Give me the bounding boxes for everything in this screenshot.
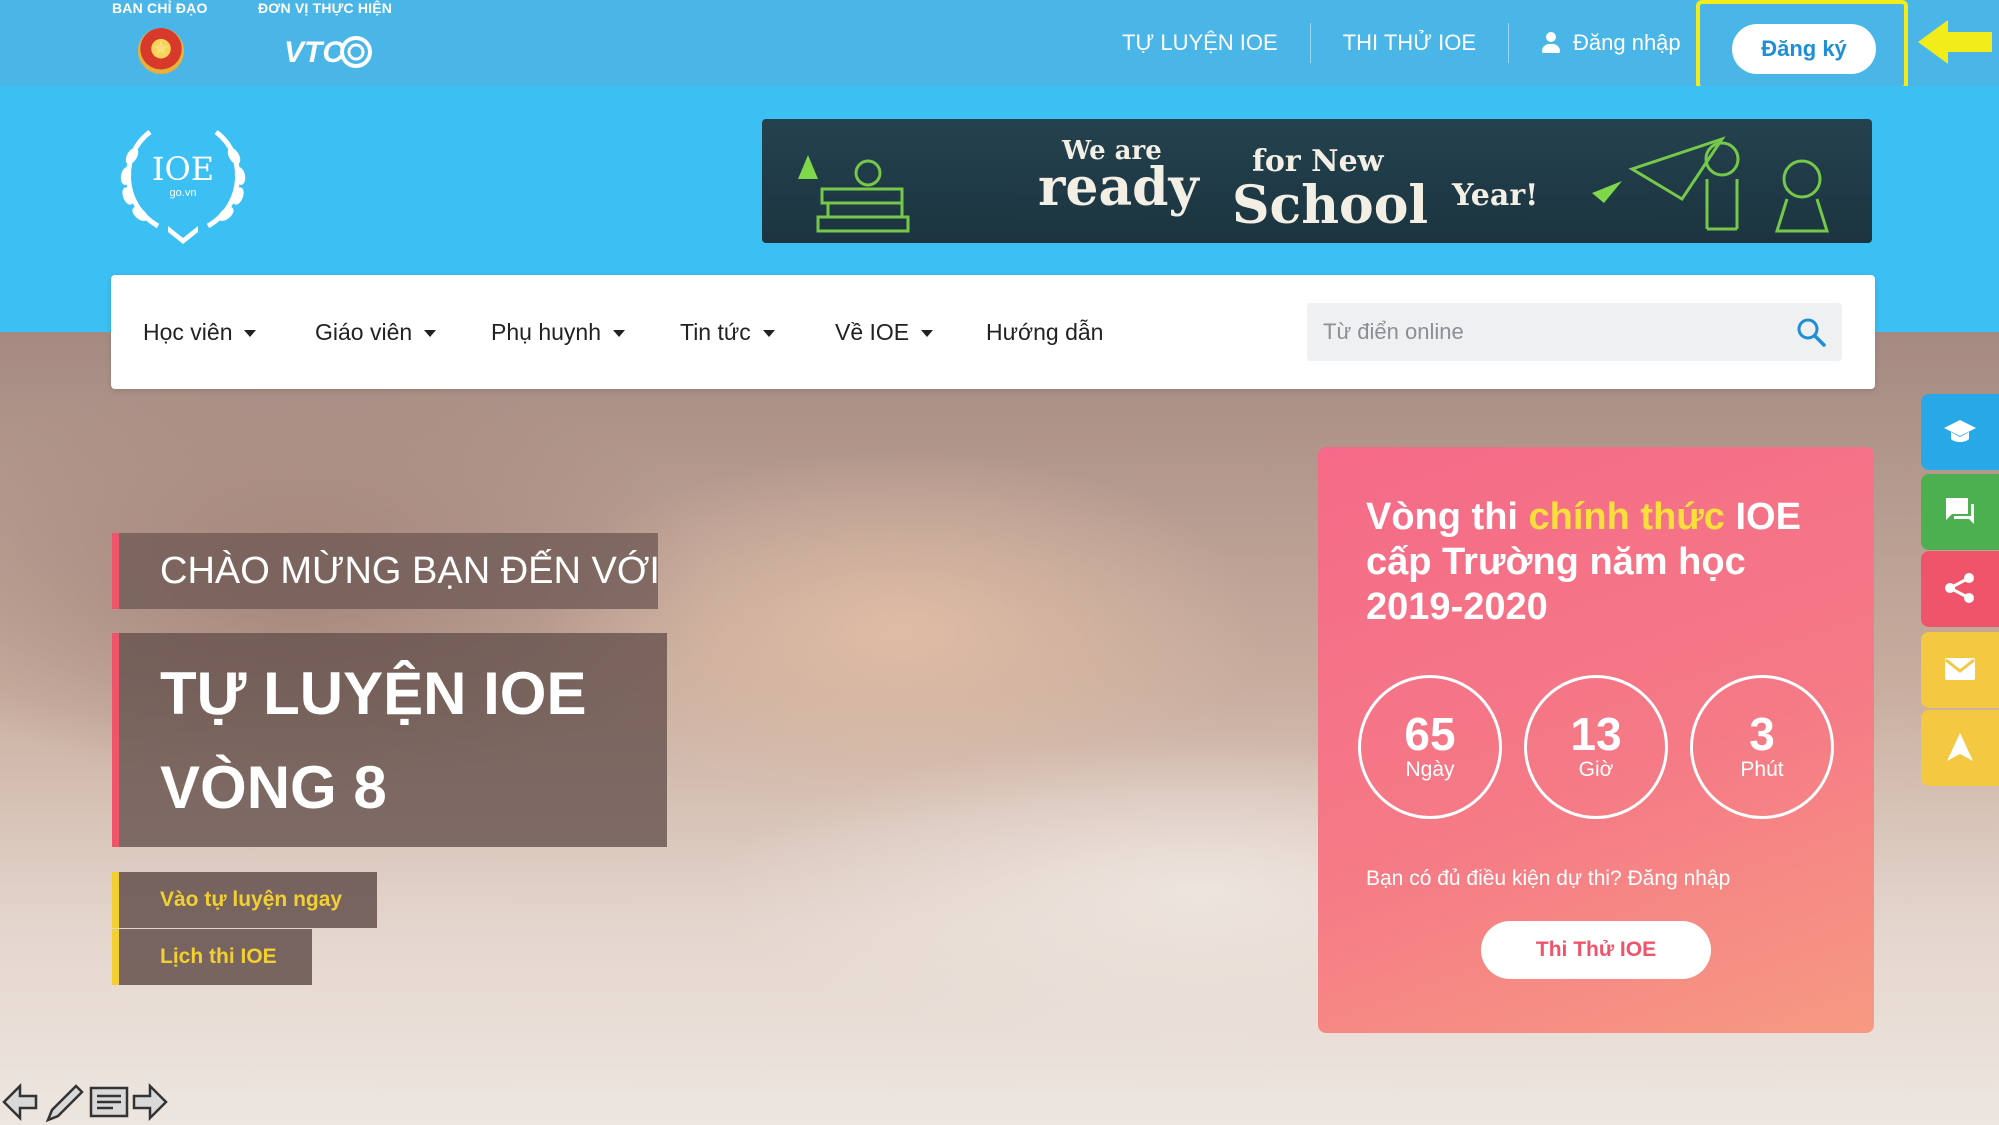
top-link-practice[interactable]: TỰ LUYỆN IOE [1090, 23, 1310, 63]
countdown-title: Vòng thi chính thức IOE cấp Trường năm h… [1366, 495, 1846, 630]
graduation-cap-icon [1944, 420, 1976, 442]
countdown-minutes-value: 3 [1749, 708, 1775, 760]
side-button-courses[interactable] [1921, 394, 1999, 470]
hero-title-line2: VÒNG 8 [160, 754, 387, 821]
countdown-minutes: 3 Phút [1690, 675, 1834, 819]
countdown-hours-unit: Giờ [1578, 758, 1614, 781]
countdown-days-value: 65 [1404, 708, 1456, 760]
mock-exam-button[interactable]: Thi Thử IOE [1481, 921, 1711, 979]
nav-item-label: Học viên [143, 319, 233, 345]
sponsor-label: BAN CHỈ ĐẠO [112, 0, 208, 16]
banner-school: School [1232, 175, 1428, 236]
top-links: TỰ LUYỆN IOE THI THỬ IOE Đăng nhập [1090, 0, 1713, 86]
banner-for-new: for New [1252, 144, 1385, 179]
share-icon [1945, 573, 1974, 603]
welcome-heading: CHÀO MỪNG BẠN ĐẾN VỚI [112, 533, 660, 609]
nav-item-news[interactable]: Tin tức [680, 275, 775, 389]
hero-title-line1: TỰ LUYỆN IOE [160, 660, 587, 727]
banner-year: Year! [1451, 178, 1538, 213]
login-label: Đăng nhập [1573, 30, 1681, 55]
next-arrow-icon[interactable] [130, 1080, 170, 1124]
dictionary-search [1307, 303, 1842, 361]
nav-item-label: Về IOE [835, 319, 910, 345]
top-bar: BAN CHỈ ĐẠO ĐƠN VỊ THỰC HIỆN VTC TỰ LUYỆ… [0, 0, 1999, 90]
countdown-days: 65 Ngày [1358, 675, 1502, 819]
organizer-block: ĐƠN VỊ THỰC HIỆN [258, 0, 392, 16]
top-link-mock-exam[interactable]: THI THỬ IOE [1311, 23, 1508, 63]
caret-down-icon [612, 330, 625, 338]
national-emblem-icon [138, 28, 184, 74]
countdown-hours-value: 13 [1570, 708, 1622, 760]
nav-item-label: Giáo viên [315, 319, 413, 345]
search-icon[interactable] [1796, 317, 1826, 347]
countdown-title-pre: Vòng thi [1366, 496, 1529, 538]
arrow-left-icon [1918, 20, 1992, 64]
eligibility-login-link[interactable]: Đăng nhập [1628, 867, 1731, 890]
caret-down-icon [762, 330, 775, 338]
organizer-label: ĐƠN VỊ THỰC HIỆN [258, 0, 393, 16]
nav-item-label: Tin tức [680, 319, 751, 345]
eligibility-question: Bạn có đủ điều kiện dự thi? Đăng nhập [1366, 867, 1730, 891]
countdown-title-highlight: chính thức [1528, 496, 1725, 538]
previous-arrow-icon[interactable] [0, 1080, 40, 1124]
chat-icon [1946, 498, 1974, 524]
viewer-toolbar [0, 1080, 180, 1125]
side-button-chat[interactable] [1921, 474, 1999, 550]
countdown-card: Vòng thi chính thức IOE cấp Trường năm h… [1318, 447, 1874, 1033]
vtc-logo: VTC [284, 36, 372, 69]
countdown-days-unit: Ngày [1405, 758, 1455, 781]
side-button-share[interactable] [1921, 551, 1999, 627]
nav-item-label: Hướng dẫn [986, 319, 1104, 345]
new-school-year-banner[interactable]: We are ready for New School Year! [762, 119, 1872, 243]
arrow-up-icon [1947, 733, 1973, 761]
side-button-scroll-top[interactable] [1921, 710, 1999, 786]
caret-down-icon [921, 330, 934, 338]
hero-title: TỰ LUYỆN IOE VÒNG 8 [112, 633, 667, 847]
nav-item-teachers[interactable]: Giáo viên [315, 275, 437, 389]
eligibility-text: Bạn có đủ điều kiện dự thi? [1366, 867, 1622, 890]
vtc-logo-text: VTC [284, 36, 345, 69]
nav-item-students[interactable]: Học viên [143, 275, 257, 389]
main-nav: Học viên Giáo viên Phụ huynh Tin tức Về … [111, 275, 1875, 389]
side-button-mail[interactable] [1921, 632, 1999, 708]
countdown-minutes-unit: Phút [1740, 758, 1784, 781]
nav-item-guide[interactable]: Hướng dẫn [986, 275, 1103, 389]
ioe-logo-sub: go.vn [170, 187, 197, 199]
banner-art: We are ready for New School Year! [798, 136, 1830, 236]
nav-item-parents[interactable]: Phụ huynh [491, 275, 625, 389]
menu-icon[interactable] [88, 1080, 130, 1124]
countdown-hours: 13 Giờ [1524, 675, 1668, 819]
dictionary-search-input[interactable] [1307, 303, 1777, 361]
nav-item-label: Phụ huynh [491, 319, 601, 345]
caret-down-icon [424, 330, 437, 338]
practice-now-button[interactable]: Vào tự luyện ngay [112, 872, 377, 928]
nav-item-about[interactable]: Về IOE [835, 275, 934, 389]
login-link[interactable]: Đăng nhập [1509, 23, 1713, 63]
register-button[interactable]: Đăng ký [1732, 24, 1876, 74]
user-icon [1541, 32, 1561, 54]
banner-ready: ready [1038, 157, 1201, 218]
pen-icon[interactable] [42, 1080, 86, 1124]
register-highlight-box: Đăng ký [1696, 0, 1908, 90]
mail-icon [1945, 658, 1975, 680]
ioe-logo[interactable]: IOE go.vn [110, 114, 256, 248]
caret-down-icon [244, 330, 257, 338]
sponsor-block: BAN CHỈ ĐẠO [112, 0, 208, 16]
ioe-logo-text: IOE [152, 150, 214, 188]
exam-schedule-button[interactable]: Lịch thi IOE [112, 929, 312, 985]
